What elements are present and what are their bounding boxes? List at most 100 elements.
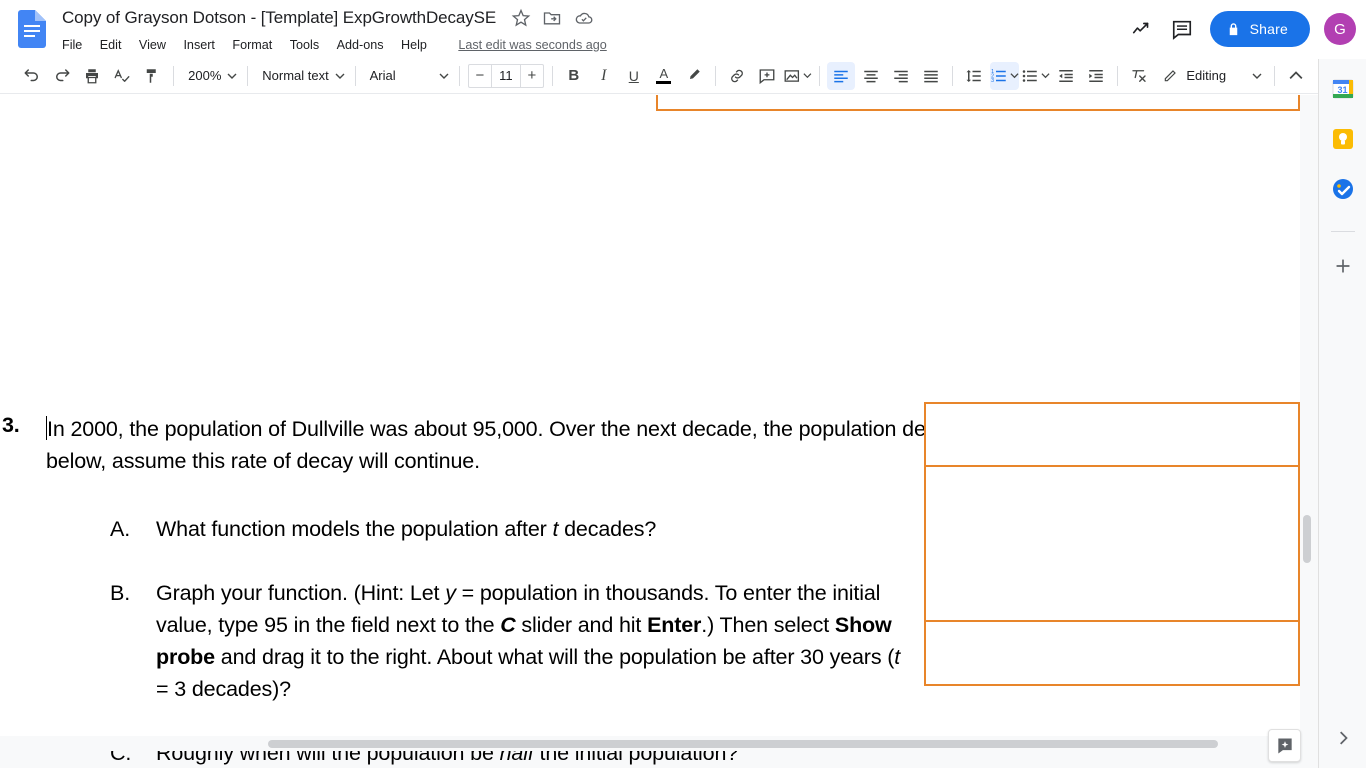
toolbar-divider xyxy=(1274,65,1275,86)
toolbar-divider xyxy=(714,65,716,86)
horizontal-scrollbar[interactable] xyxy=(0,736,1300,751)
paragraph-style-select[interactable]: Normal text xyxy=(254,62,348,90)
star-icon[interactable] xyxy=(511,8,531,28)
chevron-down-icon xyxy=(439,71,449,81)
toolbar-divider xyxy=(459,65,460,86)
answer-table xyxy=(924,402,1300,686)
menu-item-help[interactable]: Help xyxy=(395,34,434,56)
sub-letter-a: A. xyxy=(110,517,131,541)
app-header: Copy of Grayson Dotson - [Template] ExpG… xyxy=(0,0,1366,58)
align-left-icon[interactable] xyxy=(826,61,855,90)
redo-icon[interactable] xyxy=(48,62,76,90)
document-page[interactable]: 3. In 2000, the population of Dullville … xyxy=(0,95,1300,765)
formatting-toolbar: 200% Normal text Arial − 11 + B I U A 1 … xyxy=(0,58,1366,94)
last-edit-status[interactable]: Last edit was seconds ago xyxy=(458,36,606,54)
font-size-input[interactable]: 11 xyxy=(490,64,521,87)
pencil-icon xyxy=(1162,68,1178,84)
vertical-scrollbar-thumb[interactable] xyxy=(1303,515,1311,563)
share-button[interactable]: Share xyxy=(1209,11,1310,47)
lock-icon xyxy=(1226,22,1241,37)
text-color-button[interactable]: A xyxy=(650,62,678,90)
chevron-down-icon xyxy=(335,71,345,81)
underline-button[interactable]: U xyxy=(620,62,648,90)
add-comment-icon[interactable] xyxy=(753,62,781,90)
print-icon[interactable] xyxy=(78,62,106,90)
move-to-folder-icon[interactable] xyxy=(542,8,562,28)
sub-question-a[interactable]: A. What function models the population a… xyxy=(110,513,910,545)
bulleted-list-icon[interactable] xyxy=(1021,62,1050,90)
highlight-pen-icon[interactable] xyxy=(680,62,708,90)
paint-format-icon[interactable] xyxy=(138,62,166,90)
toolbar-divider xyxy=(247,65,249,86)
toolbar-divider xyxy=(173,65,175,86)
font-family-select[interactable]: Arial xyxy=(362,62,453,90)
horizontal-scrollbar-thumb[interactable] xyxy=(268,740,1218,748)
editing-mode-button[interactable]: Editing xyxy=(1154,62,1268,90)
numbered-list-icon[interactable]: 1 2 3 xyxy=(989,61,1020,90)
menu-item-insert[interactable]: Insert xyxy=(177,34,222,56)
explore-button[interactable] xyxy=(1268,729,1301,762)
google-keep-icon[interactable] xyxy=(1327,123,1359,155)
decrease-font-size-button[interactable]: − xyxy=(469,65,491,87)
clear-formatting-icon[interactable] xyxy=(1125,62,1153,90)
insert-image-icon[interactable] xyxy=(783,62,812,90)
menu-item-format[interactable]: Format xyxy=(226,34,279,56)
google-docs-icon[interactable] xyxy=(18,10,46,48)
insert-link-icon[interactable] xyxy=(723,62,751,90)
page-title[interactable]: Copy of Grayson Dotson - [Template] ExpG… xyxy=(62,7,496,29)
chevron-right-icon[interactable] xyxy=(1329,724,1357,752)
align-right-icon[interactable] xyxy=(887,62,915,90)
cloud-saved-icon[interactable] xyxy=(574,8,594,28)
increase-font-size-button[interactable]: + xyxy=(521,65,543,87)
sub-text-b: Graph your function. (Hint: Let y = popu… xyxy=(156,581,901,701)
google-calendar-icon[interactable]: 31 xyxy=(1327,73,1359,105)
zoom-value: 200% xyxy=(188,68,222,83)
increase-indent-icon[interactable] xyxy=(1082,62,1110,90)
line-spacing-icon[interactable] xyxy=(960,62,988,90)
answer-cell-a[interactable] xyxy=(926,404,1298,467)
menu-item-tools[interactable]: Tools xyxy=(284,34,326,56)
document-workspace: 3. In 2000, the population of Dullville … xyxy=(0,95,1366,768)
menu-item-view[interactable]: View xyxy=(133,34,173,56)
answer-cell-c[interactable] xyxy=(926,622,1298,684)
align-justify-icon[interactable] xyxy=(917,62,945,90)
vertical-scrollbar[interactable] xyxy=(1300,95,1314,768)
answer-cell-b[interactable] xyxy=(926,467,1298,622)
sub-letter-b: B. xyxy=(110,581,131,605)
menu-item-edit[interactable]: Edit xyxy=(94,34,129,56)
align-center-icon[interactable] xyxy=(857,62,885,90)
side-panel: 31 xyxy=(1318,59,1366,768)
decrease-indent-icon[interactable] xyxy=(1052,62,1080,90)
plus-icon[interactable] xyxy=(1327,250,1359,282)
italic-button[interactable]: I xyxy=(590,62,618,90)
undo-icon[interactable] xyxy=(18,62,46,90)
paragraph-style-value: Normal text xyxy=(262,68,329,83)
spellcheck-icon[interactable] xyxy=(108,62,136,90)
zoom-select[interactable]: 200% xyxy=(180,62,241,90)
chevron-down-icon xyxy=(227,71,237,81)
share-label: Share xyxy=(1249,21,1288,37)
font-size-stepper: − 11 + xyxy=(467,63,544,88)
sub-text-a: What function models the population afte… xyxy=(156,517,657,541)
bold-button[interactable]: B xyxy=(560,62,588,90)
chevron-up-icon[interactable] xyxy=(1282,62,1310,90)
font-family-value: Arial xyxy=(369,68,396,83)
text-color-label: A xyxy=(659,66,669,81)
avatar[interactable]: G xyxy=(1324,13,1356,45)
table-cell-above[interactable] xyxy=(656,95,1300,111)
sub-question-list: A. What function models the population a… xyxy=(110,513,910,768)
editing-mode-label: Editing xyxy=(1186,68,1227,83)
toolbar-divider xyxy=(951,65,953,86)
toolbar-divider xyxy=(819,65,820,86)
svg-text:31: 31 xyxy=(1337,85,1347,95)
activity-dashboard-icon[interactable] xyxy=(1122,9,1162,49)
menu-item-file[interactable]: File xyxy=(62,34,89,56)
google-tasks-icon[interactable] xyxy=(1327,173,1359,205)
svg-text:3: 3 xyxy=(991,78,994,84)
sub-question-b[interactable]: B. Graph your function. (Hint: Let y = p… xyxy=(110,577,910,705)
menu-item-addons[interactable]: Add-ons xyxy=(331,34,391,56)
chevron-down-icon xyxy=(1252,71,1262,81)
toolbar-divider xyxy=(551,65,553,86)
explore-icon xyxy=(1277,738,1292,753)
comment-icon[interactable] xyxy=(1162,9,1202,49)
